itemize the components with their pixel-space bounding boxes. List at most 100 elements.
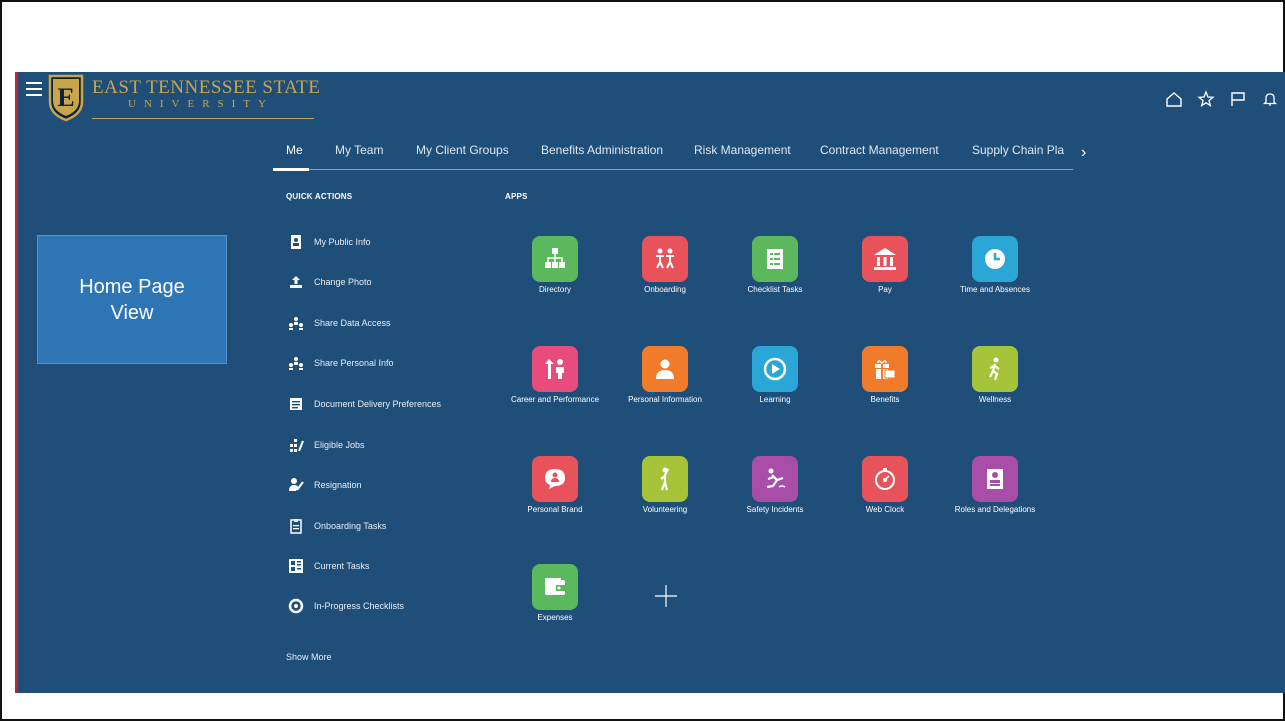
app-safety-incidents[interactable]: Safety Incidents <box>725 456 825 514</box>
tab-my-team[interactable]: My Team <box>335 142 383 158</box>
tab-me[interactable]: Me <box>286 142 303 158</box>
app-label: Personal Information <box>628 395 702 404</box>
app-checklist-tasks[interactable]: Checklist Tasks <box>725 236 825 294</box>
career-icon <box>532 346 578 392</box>
person-check-icon <box>288 477 304 493</box>
tab-my-client-groups[interactable]: My Client Groups <box>416 142 509 158</box>
notifications-bell-icon[interactable] <box>1261 90 1279 108</box>
id-card-icon <box>288 234 304 250</box>
app-wellness[interactable]: Wellness <box>945 346 1045 404</box>
quick-action-label: In-Progress Checklists <box>314 601 405 611</box>
checklist-icon <box>752 236 798 282</box>
apps-title: APPS <box>505 192 528 201</box>
app-volunteering[interactable]: Volunteering <box>615 456 715 514</box>
add-app-plus-icon[interactable] <box>652 582 680 610</box>
clock-icon <box>972 236 1018 282</box>
app-label: Benefits <box>870 395 900 404</box>
nav-next-chevron-icon[interactable]: › <box>1081 144 1086 162</box>
app-web-clock[interactable]: Web Clock <box>835 456 935 514</box>
active-tab-indicator <box>273 168 309 171</box>
app-pay[interactable]: Pay <box>835 236 935 294</box>
app-time-and-absences[interactable]: Time and Absences <box>945 236 1045 294</box>
jobs-icon <box>288 437 304 453</box>
app-label: Safety Incidents <box>746 505 804 514</box>
chat-person-icon <box>532 456 578 502</box>
quick-action-onboarding-tasks[interactable]: Onboarding Tasks <box>288 516 386 536</box>
app-label: Checklist Tasks <box>747 285 803 294</box>
app-label: Career and Performance <box>510 395 600 404</box>
document-icon <box>288 396 304 412</box>
app-label: Web Clock <box>865 505 905 514</box>
fall-icon <box>752 456 798 502</box>
watchlist-flag-icon[interactable] <box>1229 90 1247 108</box>
home-page-view-callout: Home Page View <box>37 235 227 364</box>
quick-action-label: Change Photo <box>314 277 372 287</box>
etsu-logo[interactable]: E EAST TENNESSEE STATE UNIVERSITY <box>48 74 320 126</box>
app-label: Roles and Delegations <box>954 505 1036 514</box>
people-share-icon <box>288 355 304 371</box>
play-icon <box>752 346 798 392</box>
people-share-icon <box>288 315 304 331</box>
tab-contract-management[interactable]: Contract Management <box>820 142 939 158</box>
app-onboarding[interactable]: Onboarding <box>615 236 715 294</box>
logo-wordmark: EAST TENNESSEE STATE UNIVERSITY <box>92 78 320 119</box>
quick-action-current-tasks[interactable]: Current Tasks <box>288 556 369 576</box>
quick-action-label: Share Data Access <box>314 318 391 328</box>
stopwatch-icon <box>862 456 908 502</box>
quick-action-label: My Public Info <box>314 237 371 247</box>
upload-icon <box>288 274 304 290</box>
quick-action-label: Eligible Jobs <box>314 440 365 450</box>
quick-action-share-personal-info[interactable]: Share Personal Info <box>288 353 394 373</box>
etsu-shield-icon: E <box>48 74 84 122</box>
hamburger-menu-icon[interactable] <box>26 82 42 96</box>
app-label: Pay <box>878 285 892 294</box>
app-label: Directory <box>538 285 571 294</box>
quick-action-label: Onboarding Tasks <box>314 521 387 531</box>
volunteer-icon <box>642 456 688 502</box>
app-roles-and-delegations[interactable]: Roles and Delegations <box>945 456 1045 514</box>
favorites-star-icon[interactable] <box>1197 90 1215 108</box>
quick-action-share-data-access[interactable]: Share Data Access <box>288 313 391 333</box>
quick-action-label: Share Personal Info <box>314 358 394 368</box>
clipboard-icon <box>288 518 304 534</box>
app-label: Onboarding <box>644 285 686 294</box>
app-label: Expenses <box>537 613 573 622</box>
app-expenses[interactable]: Expenses <box>505 564 605 622</box>
gift-icon <box>862 346 908 392</box>
app-benefits[interactable]: Benefits <box>835 346 935 404</box>
home-icon[interactable] <box>1165 90 1183 108</box>
org-chart-icon <box>532 236 578 282</box>
oracle-home-page: E EAST TENNESSEE STATE UNIVERSITY Me My … <box>15 72 1285 693</box>
quick-action-in-progress-checklists[interactable]: In-Progress Checklists <box>288 596 404 616</box>
tab-benefits-administration[interactable]: Benefits Administration <box>541 142 663 158</box>
app-label: Time and Absences <box>960 285 1030 294</box>
show-more-link[interactable]: Show More <box>286 652 332 662</box>
global-header-icons <box>1165 90 1279 108</box>
app-directory[interactable]: Directory <box>505 236 605 294</box>
app-career-and-performance[interactable]: Career and Performance <box>505 346 605 404</box>
people-walking-icon <box>642 236 688 282</box>
logo-line2: UNIVERSITY <box>128 98 274 110</box>
tasks-grid-icon <box>288 558 304 574</box>
app-label: Wellness <box>978 395 1012 404</box>
app-personal-information[interactable]: Personal Information <box>615 346 715 404</box>
quick-action-eligible-jobs[interactable]: Eligible Jobs <box>288 435 365 455</box>
quick-action-label: Resignation <box>314 480 362 490</box>
tab-risk-management[interactable]: Risk Management <box>694 142 791 158</box>
badge-icon <box>972 456 1018 502</box>
quick-action-document-delivery-preferences[interactable]: Document Delivery Preferences <box>288 394 441 414</box>
quick-actions-title: QUICK ACTIONS <box>286 192 353 201</box>
app-learning[interactable]: Learning <box>725 346 825 404</box>
logo-line1: EAST TENNESSEE STATE <box>92 77 321 98</box>
tab-supply-chain[interactable]: Supply Chain Pla <box>972 142 1064 158</box>
app-label: Learning <box>759 395 791 404</box>
springboard-nav: Me My Team My Client Groups Benefits Adm… <box>273 142 1073 171</box>
wallet-icon <box>532 564 578 610</box>
quick-action-my-public-info[interactable]: My Public Info <box>288 232 371 252</box>
callout-text: Home Page View <box>79 275 185 324</box>
quick-action-resignation[interactable]: Resignation <box>288 475 362 495</box>
app-label: Volunteering <box>642 505 688 514</box>
quick-action-change-photo[interactable]: Change Photo <box>288 272 372 292</box>
quick-action-label: Document Delivery Preferences <box>314 399 442 409</box>
app-personal-brand[interactable]: Personal Brand <box>505 456 605 514</box>
